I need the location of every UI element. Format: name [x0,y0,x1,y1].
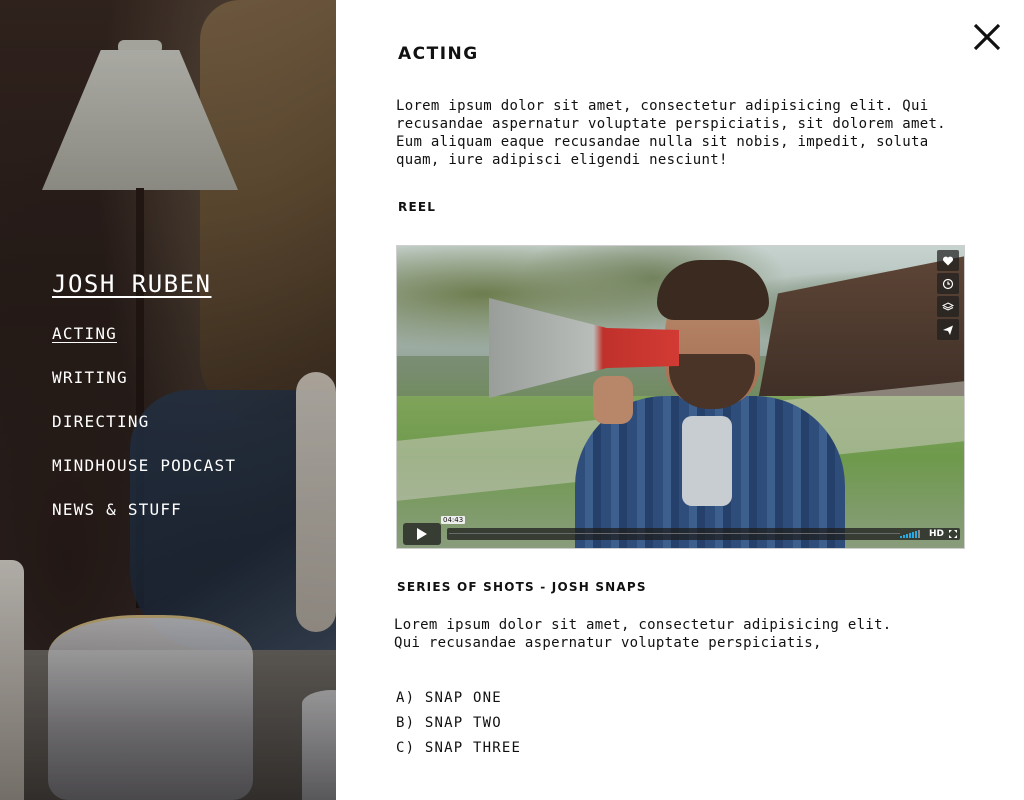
close-x-icon [973,23,1001,51]
snap-item-one[interactable]: A) SNAP ONE [396,688,521,713]
video-frame-person-undershirt [682,416,732,506]
collections-button[interactable] [937,296,959,317]
page-title: ACTING [398,44,479,64]
nav-item-mindhouse-podcast[interactable]: MINDHOUSE PODCAST [52,456,236,500]
snap-item-three[interactable]: C) SNAP THREE [396,738,521,763]
video-side-tools [937,250,963,340]
nav-item-writing[interactable]: WRITING [52,368,236,412]
nav-item-acting[interactable]: ACTING [52,324,236,368]
progress-track [449,533,900,534]
reel-video-player[interactable]: 04:43 HD [396,245,965,549]
send-icon [943,325,953,335]
intro-paragraph: Lorem ipsum dolor sit amet, consectetur … [396,98,946,168]
sidebar-photo-panel: JOSH RUBEN ACTING WRITING DIRECTING MIND… [0,0,336,800]
video-frame-person-hand [593,376,633,424]
main-nav: JOSH RUBEN ACTING WRITING DIRECTING MIND… [52,270,236,544]
series-description: Lorem ipsum dolor sit amet, consectetur … [394,617,892,651]
hd-toggle[interactable]: HD [929,528,944,540]
watch-later-button[interactable] [937,273,959,294]
snap-list: A) SNAP ONE B) SNAP TWO C) SNAP THREE [396,688,521,763]
heart-icon [942,256,954,265]
site-title-link[interactable]: JOSH RUBEN [52,270,212,298]
close-button[interactable] [970,20,1004,54]
video-frame-person-hair [657,260,769,320]
play-icon [417,528,427,540]
progress-bar[interactable]: 04:43 HD [441,516,960,540]
volume-icon[interactable] [900,530,920,538]
nav-list: ACTING WRITING DIRECTING MINDHOUSE PODCA… [52,324,236,544]
share-button[interactable] [937,319,959,340]
layers-icon [942,301,954,311]
play-button[interactable] [403,523,441,545]
series-heading: SERIES OF SHOTS - JOSH SNAPS [397,580,647,594]
video-controls: 04:43 HD [403,516,960,545]
reel-heading: REEL [398,200,437,214]
fullscreen-icon[interactable] [949,530,957,538]
snap-item-two[interactable]: B) SNAP TWO [396,713,521,738]
nav-item-directing[interactable]: DIRECTING [52,412,236,456]
video-timestamp: 04:43 [441,516,466,524]
clock-icon [942,278,954,289]
like-button[interactable] [937,250,959,271]
nav-item-news-and-stuff[interactable]: NEWS & STUFF [52,500,236,544]
